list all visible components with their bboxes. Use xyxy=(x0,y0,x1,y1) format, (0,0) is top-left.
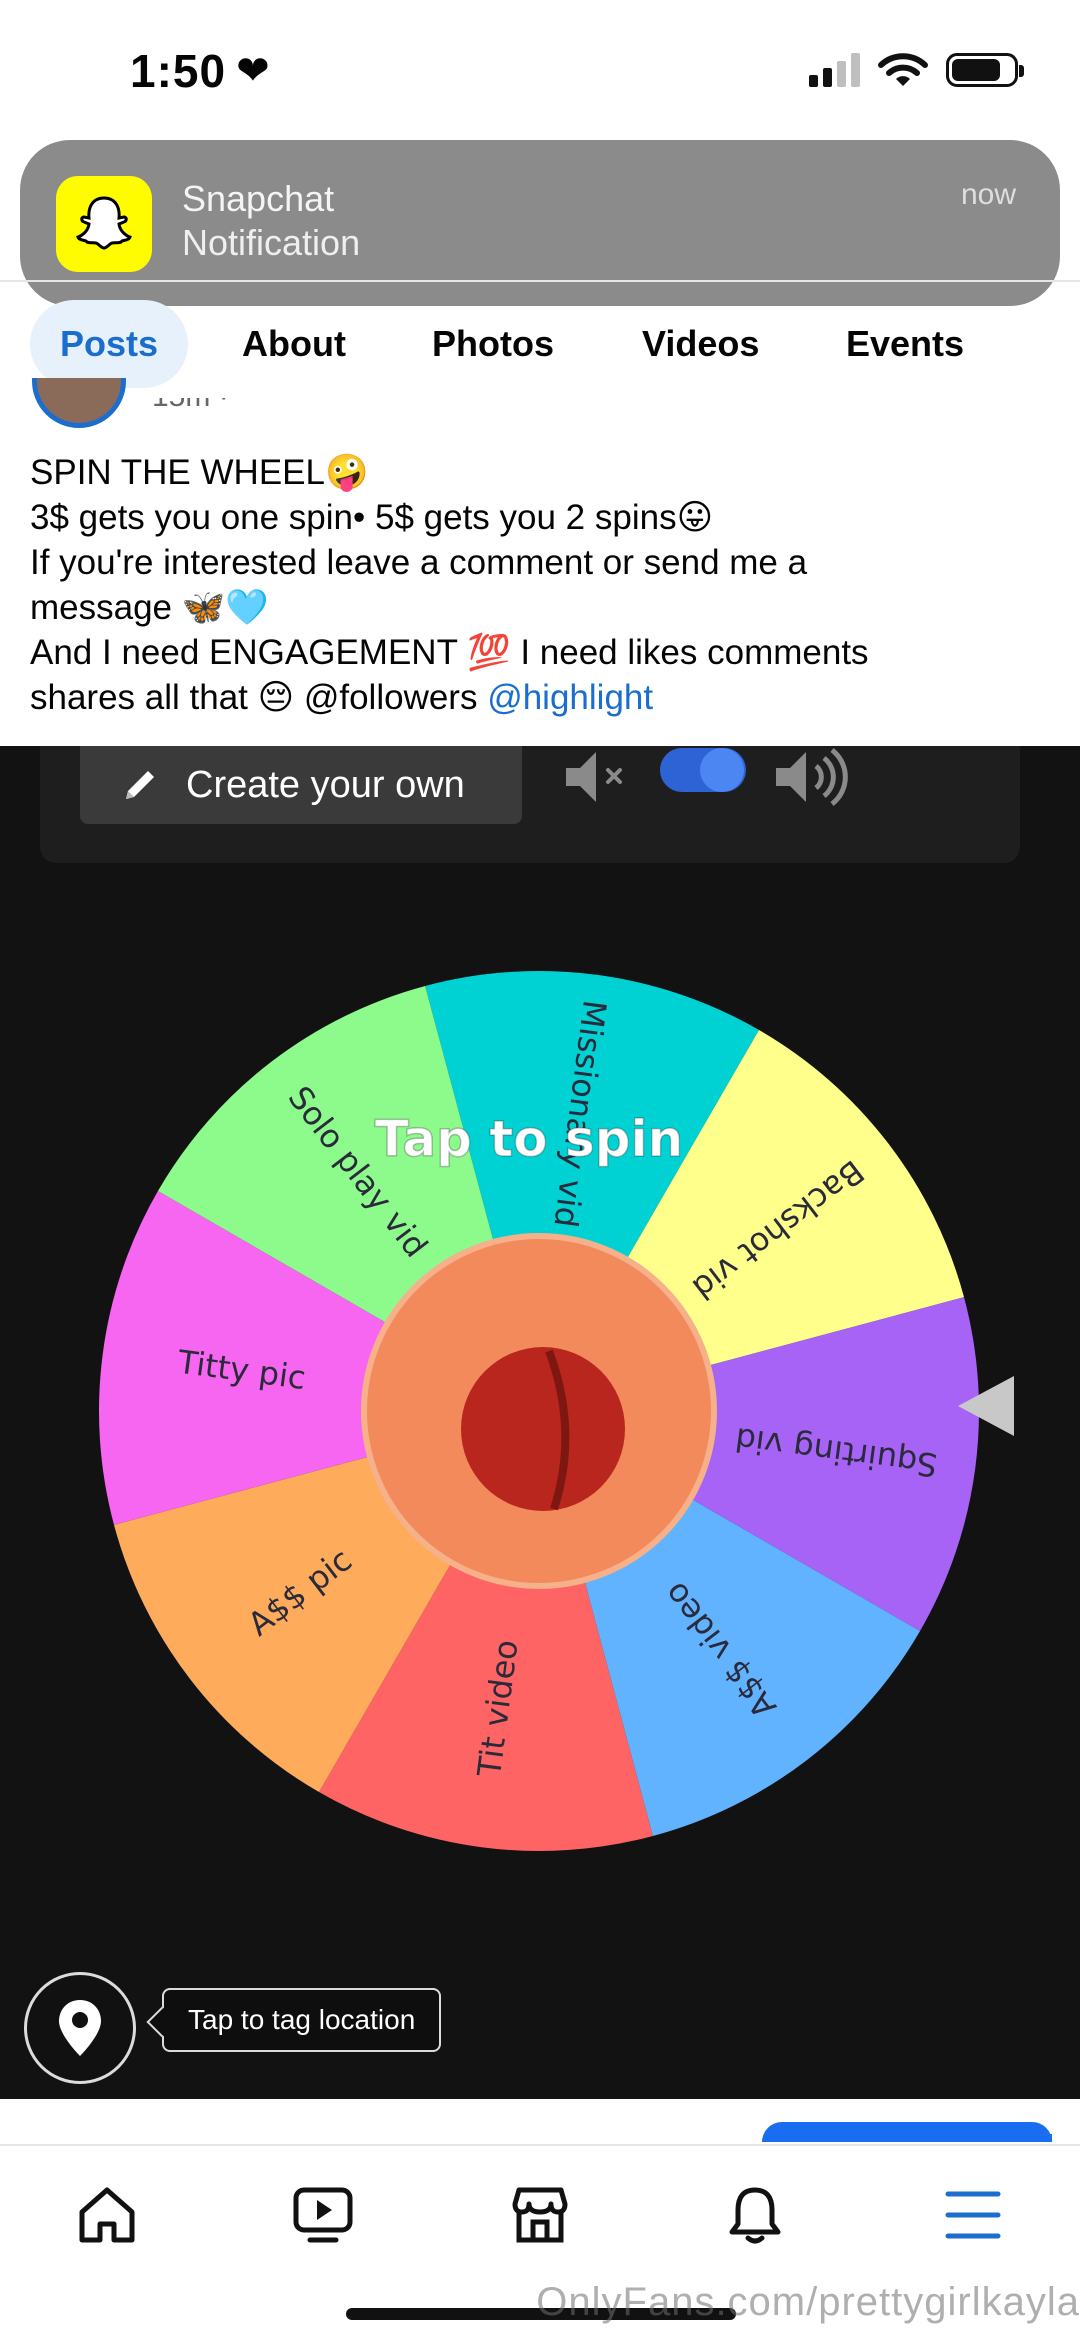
tab-photos[interactable]: Photos xyxy=(432,300,554,388)
wheel-controls: Create your own xyxy=(40,746,1020,863)
snapchat-icon xyxy=(56,176,152,272)
peach-icon xyxy=(461,1347,625,1511)
menu-icon[interactable] xyxy=(938,2180,1008,2250)
notification-time: now xyxy=(960,178,1016,211)
location-tooltip: Tap to tag location xyxy=(162,1988,442,2052)
status-time: 1:50 ❤ xyxy=(130,44,271,98)
home-icon[interactable] xyxy=(72,2180,142,2250)
notification-app-name: Snapchat xyxy=(182,178,335,219)
location-button[interactable] xyxy=(24,1972,136,2084)
partial-action-button[interactable] xyxy=(762,2122,1052,2142)
create-your-own-label: Create your own xyxy=(186,763,465,806)
avatar[interactable] xyxy=(32,378,128,432)
tab-posts[interactable]: Posts xyxy=(30,300,189,388)
bottom-nav xyxy=(0,2170,1080,2280)
time-text: 1:50 xyxy=(130,45,227,97)
bell-icon[interactable] xyxy=(720,2180,790,2250)
divider xyxy=(0,2144,1080,2146)
highlight-link[interactable]: @highlight xyxy=(487,678,653,717)
heart-icon: ❤ xyxy=(236,49,271,93)
status-bar: 1:50 ❤ xyxy=(0,0,1080,140)
wheel-svg[interactable]: Missionary vidBackshot vidSquirting vidA… xyxy=(94,966,984,1856)
post-line: And I need ENGAGEMENT 💯 I need likes com… xyxy=(30,633,869,672)
post-image[interactable]: Create your own Missionary vid Backshot v… xyxy=(0,746,1080,2099)
create-your-own-button[interactable]: Create your own xyxy=(80,746,522,824)
spin-wheel[interactable]: Missionary vid Backshot vid Squirting vid A… xyxy=(94,966,984,1856)
battery-icon xyxy=(946,53,1024,87)
pencil-icon xyxy=(126,771,154,799)
mute-icon[interactable] xyxy=(560,746,640,806)
notification-text: Notification xyxy=(182,222,361,263)
status-icons xyxy=(809,52,1024,88)
location-pin-icon xyxy=(59,2000,101,2056)
watermark: OnlyFans.com/prettygirlkayla xyxy=(536,2280,1080,2324)
marketplace-icon[interactable] xyxy=(505,2180,575,2250)
tab-videos[interactable]: Videos xyxy=(642,300,759,388)
post-line: message 🦋🩵 xyxy=(30,588,269,627)
post-line: If you're interested leave a comment or … xyxy=(30,543,808,582)
post-line: shares all that 😔 @followers @highlight xyxy=(30,675,1050,720)
volume-icon[interactable] xyxy=(770,746,870,806)
tab-events[interactable]: Events xyxy=(846,300,964,388)
post-meta: 15m · xyxy=(152,398,272,422)
tap-to-spin-label[interactable]: Tap to spin xyxy=(374,1109,684,1169)
wifi-icon xyxy=(878,53,928,86)
profile-tabs: Posts About Photos Videos Events xyxy=(0,300,1080,390)
video-icon[interactable] xyxy=(288,2180,358,2250)
post-text: SPIN THE WHEEL🤪 3$ gets you one spin• 5$… xyxy=(30,450,1050,720)
signal-icon xyxy=(809,53,860,87)
post-line: 3$ gets you one spin• 5$ gets you 2 spin… xyxy=(30,498,714,537)
post-line-text: shares all that 😔 @followers xyxy=(30,678,488,717)
divider xyxy=(0,280,1080,282)
wheel-pointer-icon xyxy=(958,1376,1014,1436)
post-line: SPIN THE WHEEL🤪 xyxy=(30,453,369,492)
sound-toggle[interactable] xyxy=(660,748,746,792)
tab-about[interactable]: About xyxy=(242,300,346,388)
